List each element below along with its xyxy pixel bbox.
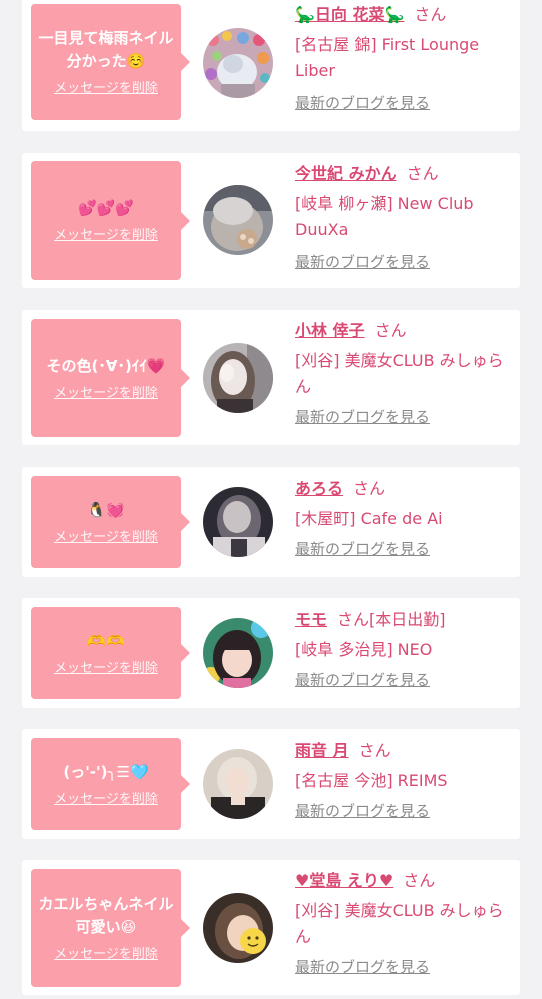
delete-message-link[interactable]: メッセージを削除 [54,947,158,963]
cast-name-line: ♥堂島 えり♥ さん [295,868,513,894]
cast-info: 小林 倖子 さん [刈谷] 美魔女CLUB みしゅらん 最新のブログを見る [295,318,513,428]
message-bubble: 一目見て梅雨ネイル分かった☺️ メッセージを削除 [31,4,190,120]
message-bubble: 💕💕💕 メッセージを削除 [31,161,190,280]
honorific: さん [403,871,436,890]
honorific: さん [374,321,407,340]
message-bubble: 🫶🫶 メッセージを削除 [31,607,190,699]
shop-name: [名古屋 今池] REIMS [295,771,448,790]
cast-name-link[interactable]: 小林 倖子 [295,321,365,340]
avatar[interactable] [203,487,273,557]
message-text: 💕💕💕 [77,199,135,217]
message-card: その色(･∀･)ｲｲ💗 メッセージを削除 小林 倖子 さん [刈谷] 美魔女CLU… [22,310,520,445]
message-text: その色(･∀･)ｲｲ💗 [46,356,166,375]
message-card: 一目見て梅雨ネイル分かった☺️ メッセージを削除 🦕日向 花菜🦕 さん [名古屋 … [22,0,520,131]
honorific: さん [353,479,386,498]
delete-message-link[interactable]: メッセージを削除 [54,81,158,97]
status-text: [本日出勤] [369,610,446,629]
shop-name: [岐阜 多治見] NEO [295,640,433,659]
latest-blog-link[interactable]: 最新のブログを見る [295,800,513,822]
honorific: さん [406,164,439,183]
cast-name-link[interactable]: 今世紀 みかん [295,164,397,183]
cast-info: あろる さん [木屋町] Cafe de Ai 最新のブログを見る [295,476,513,560]
message-card: 🫶🫶 メッセージを削除 モモ さん[本日出勤] [岐阜 多治見] NEO 最新のブ… [22,598,520,708]
latest-blog-link[interactable]: 最新のブログを見る [295,406,513,428]
delete-message-link[interactable]: メッセージを削除 [54,386,158,402]
message-text: カエルちゃんネイル可愛い😆 [38,895,174,936]
cast-name-line: 雨音 月さん [295,738,513,764]
cast-name-line: 今世紀 みかん さん [295,161,513,187]
delete-message-link[interactable]: メッセージを削除 [54,530,158,546]
avatar[interactable] [203,343,273,413]
shop-name: [刈谷] 美魔女CLUB みしゅらん [295,901,504,946]
latest-blog-link[interactable]: 最新のブログを見る [295,92,513,114]
cast-info: モモ さん[本日出勤] [岐阜 多治見] NEO 最新のブログを見る [295,607,513,691]
cast-info: 雨音 月さん [名古屋 今池] REIMS 最新のブログを見る [295,738,513,822]
avatar[interactable] [203,893,273,963]
delete-message-link[interactable]: メッセージを削除 [54,661,158,677]
avatar[interactable] [203,749,273,819]
delete-message-link[interactable]: メッセージを削除 [54,792,158,808]
cast-name-link[interactable]: 雨音 月 [295,741,349,760]
cast-name-link[interactable]: ♥堂島 えり♥ [295,871,393,890]
shop-name: [岐阜 柳ヶ瀬] New Club DuuXa [295,194,474,239]
cast-name-line: 🦕日向 花菜🦕 さん [295,2,513,28]
cast-name-link[interactable]: モモ [295,610,327,629]
message-text: (っ'-')╮☰🩵 [63,762,149,781]
cast-name-line: 小林 倖子 さん [295,318,513,344]
message-card: カエルちゃんネイル可愛い😆 メッセージを削除 ♥堂島 えり♥ さん [刈谷] 美魔… [22,860,520,995]
shop-name: [名古屋 錦] First Lounge Liber [295,35,480,80]
latest-blog-link[interactable]: 最新のブログを見る [295,956,513,978]
avatar[interactable] [203,28,273,98]
avatar[interactable] [203,618,273,688]
cast-name-line: あろる さん [295,476,513,502]
message-card: 💕💕💕 メッセージを削除 今世紀 みかん さん [岐阜 柳ヶ瀬] New Club… [22,153,520,288]
honorific: さん [414,5,447,24]
latest-blog-link[interactable]: 最新のブログを見る [295,538,513,560]
shop-name: [刈谷] 美魔女CLUB みしゅらん [295,351,504,396]
message-card: 🐧💓 メッセージを削除 あろる さん [木屋町] Cafe de Ai 最新のブロ… [22,467,520,577]
message-text: 🐧💓 [87,500,125,519]
cast-name-link[interactable]: 🦕日向 花菜🦕 [295,5,404,24]
message-bubble: その色(･∀･)ｲｲ💗 メッセージを削除 [31,319,190,437]
cast-info: ♥堂島 えり♥ さん [刈谷] 美魔女CLUB みしゅらん 最新のブログを見る [295,868,513,978]
message-list: 一目見て梅雨ネイル分かった☺️ メッセージを削除 🦕日向 花菜🦕 さん [名古屋 … [0,0,542,999]
cast-name-link[interactable]: あろる [295,479,343,498]
honorific: さん [358,741,391,760]
latest-blog-link[interactable]: 最新のブログを見る [295,669,513,691]
avatar[interactable] [203,185,273,255]
cast-info: 🦕日向 花菜🦕 さん [名古屋 錦] First Lounge Liber 最新の… [295,2,513,114]
delete-message-link[interactable]: メッセージを削除 [54,228,158,244]
message-text: 一目見て梅雨ネイル分かった☺️ [38,29,174,70]
shop-name: [木屋町] Cafe de Ai [295,509,443,528]
honorific: さん [337,610,370,629]
message-bubble: カエルちゃんネイル可愛い😆 メッセージを削除 [31,869,190,987]
message-bubble: 🐧💓 メッセージを削除 [31,476,190,568]
cast-info: 今世紀 みかん さん [岐阜 柳ヶ瀬] New Club DuuXa 最新のブログ… [295,161,513,273]
message-card: (っ'-')╮☰🩵 メッセージを削除 雨音 月さん [名古屋 今池] REIMS… [22,729,520,839]
message-text: 🫶🫶 [87,631,125,650]
message-bubble: (っ'-')╮☰🩵 メッセージを削除 [31,738,190,830]
latest-blog-link[interactable]: 最新のブログを見る [295,251,513,273]
cast-name-line: モモ さん[本日出勤] [295,607,513,633]
